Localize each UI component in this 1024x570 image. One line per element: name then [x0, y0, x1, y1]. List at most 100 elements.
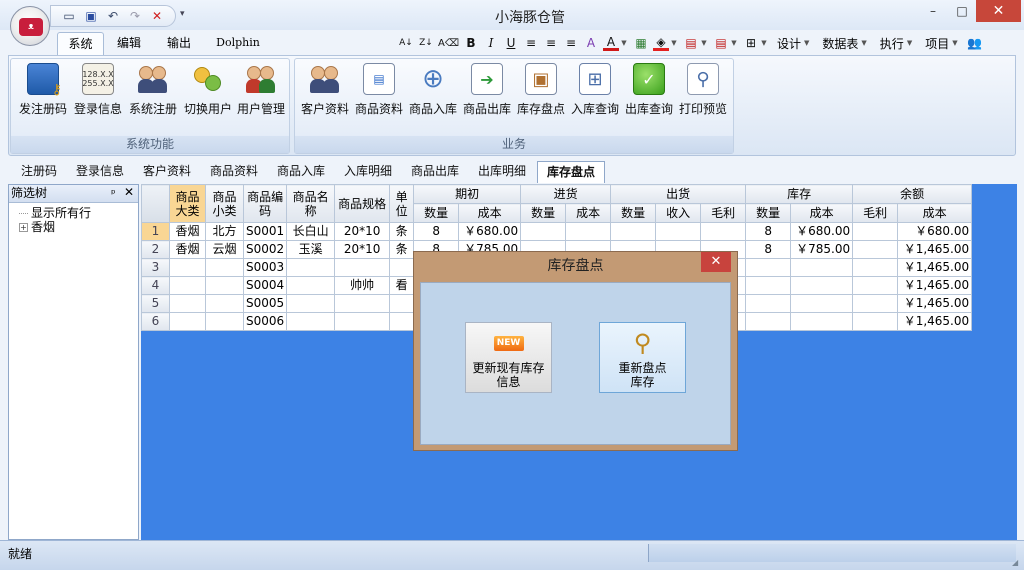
cell-balance-profit[interactable] — [852, 240, 899, 259]
cell-balance-profit[interactable] — [852, 258, 899, 277]
cell-name[interactable] — [286, 258, 336, 277]
stock-out-button[interactable]: ➔ 商品出库 — [463, 62, 511, 120]
cell-subcategory[interactable] — [205, 258, 244, 277]
cell-opening-cost[interactable]: ￥680.00 — [458, 222, 522, 241]
dialog-close-button[interactable]: ✕ — [701, 252, 731, 272]
cell-category[interactable] — [169, 276, 206, 295]
doc-tab-stock-out[interactable]: 商品出库 — [403, 161, 467, 183]
cell-spec[interactable] — [334, 312, 391, 331]
cell-unit[interactable]: 看 — [389, 276, 415, 295]
execute-menu[interactable]: 执行 ▼ — [880, 32, 912, 54]
cell-name[interactable] — [286, 312, 336, 331]
user-manage-button[interactable]: 用户管理 — [237, 62, 285, 120]
cell-stock-cost[interactable] — [790, 276, 854, 295]
underline-icon[interactable]: U — [503, 32, 519, 54]
cell-spec[interactable]: 20*10 — [334, 240, 391, 259]
col-header-code[interactable]: 商品编码 — [242, 184, 288, 223]
doc-tab-stock-out-detail[interactable]: 出库明细 — [470, 161, 534, 183]
switch-user-button[interactable]: 切换用户 — [184, 62, 232, 120]
gridlines-icon[interactable]: ⊞ — [743, 32, 759, 54]
users-icon[interactable]: 👥 — [967, 32, 983, 54]
recount-stock-button[interactable]: ⚲ 重新盘点 库存 — [599, 322, 686, 393]
doc-tab-stock-in-detail[interactable]: 入库明细 — [336, 161, 400, 183]
datasheet-menu[interactable]: 数据表 ▼ — [822, 32, 866, 54]
cell-unit[interactable]: 条 — [389, 240, 415, 259]
cell-opening-qty[interactable]: 8 — [413, 222, 460, 241]
login-info-button[interactable]: 128.X.X 255.X.X 登录信息 — [74, 62, 122, 120]
doc-tab-login-info[interactable]: 登录信息 — [68, 161, 132, 183]
cell-code[interactable]: S0001 — [242, 222, 288, 241]
col-header-gross-profit[interactable]: 毛利 — [852, 203, 899, 223]
font-color-dropdown-icon[interactable]: ▼ — [621, 32, 627, 54]
back-color-icon[interactable]: ▦ — [633, 32, 649, 54]
row-number[interactable]: 1 — [141, 222, 170, 241]
cell-balance-cost[interactable]: ￥1,465.00 — [897, 276, 973, 295]
cell-unit[interactable]: 条 — [389, 222, 415, 241]
tab-edit[interactable]: 编辑 — [107, 32, 151, 55]
cell-name[interactable] — [286, 294, 336, 313]
design-menu[interactable]: 设计 ▼ — [777, 32, 809, 54]
cell-code[interactable]: S0006 — [242, 312, 288, 331]
stock-out-query-button[interactable]: ✓ 出库查询 — [625, 62, 673, 120]
cell-spec[interactable] — [334, 294, 391, 313]
cell-balance-profit[interactable] — [852, 312, 899, 331]
tab-dolphin[interactable]: Dolphin — [206, 32, 270, 55]
italic-icon[interactable]: I — [483, 32, 499, 54]
col-header-unit[interactable]: 单位 — [389, 184, 415, 223]
app-menu-button[interactable]: ᴥ — [10, 6, 50, 46]
col-header-subcategory[interactable]: 商品小类 — [205, 184, 244, 223]
minimize-button[interactable]: – — [918, 0, 948, 22]
fill-color-icon[interactable]: ◈ — [652, 35, 669, 51]
customer-info-button[interactable]: 客户资料 — [301, 62, 349, 120]
align-center-icon[interactable]: ≡ — [543, 32, 559, 54]
product-info-button[interactable]: ▤ 商品资料 — [355, 62, 403, 120]
cell-code[interactable]: S0003 — [242, 258, 288, 277]
gridlines-dropdown-icon[interactable]: ▼ — [761, 32, 767, 54]
cell-name[interactable] — [286, 276, 336, 295]
qat-customize-icon[interactable]: ▾ — [180, 9, 185, 19]
cell-stock-qty[interactable] — [745, 294, 792, 313]
undo-icon[interactable]: ↶ — [105, 8, 121, 24]
row-number[interactable]: 2 — [141, 240, 170, 259]
monitor-icon[interactable]: ▭ — [61, 8, 77, 24]
cell-purchase-qty[interactable] — [520, 222, 567, 241]
maximize-button[interactable]: □ — [948, 0, 976, 22]
col-header-qty[interactable]: 数量 — [520, 203, 567, 223]
send-reg-code-button[interactable]: ⚷ 发注册码 — [19, 62, 67, 120]
cell-stock-cost[interactable]: ￥785.00 — [790, 240, 854, 259]
cell-stock-qty[interactable] — [745, 312, 792, 331]
cell-category[interactable]: 香烟 — [169, 222, 206, 241]
cell-balance-profit[interactable] — [852, 294, 899, 313]
row-number[interactable]: 5 — [141, 294, 170, 313]
col-header-gross-profit[interactable]: 毛利 — [700, 203, 747, 223]
inventory-check-button[interactable]: ▣ 库存盘点 — [517, 62, 565, 120]
row-number[interactable]: 3 — [141, 258, 170, 277]
font-style-icon[interactable]: A — [583, 32, 599, 54]
cell-stock-cost[interactable] — [790, 294, 854, 313]
cell-stock-qty[interactable]: 8 — [745, 240, 792, 259]
cell-balance-cost[interactable]: ￥1,465.00 — [897, 240, 973, 259]
col-header-income[interactable]: 收入 — [655, 203, 702, 223]
col-header-spec[interactable]: 商品规格 — [334, 184, 391, 223]
gridline-color-icon[interactable]: ▤ — [713, 32, 729, 54]
col-header-cost[interactable]: 成本 — [565, 203, 612, 223]
stock-in-button[interactable]: ⊕ 商品入库 — [409, 62, 457, 120]
cell-spec[interactable]: 20*10 — [334, 222, 391, 241]
row-number[interactable]: 6 — [141, 312, 170, 331]
print-preview-button[interactable]: ⚲ 打印预览 — [679, 62, 727, 120]
cell-stock-qty[interactable]: 8 — [745, 222, 792, 241]
cell-category[interactable] — [169, 294, 206, 313]
cell-stock-cost[interactable] — [790, 258, 854, 277]
cell-balance-cost[interactable]: ￥1,465.00 — [897, 312, 973, 331]
cell-stock-qty[interactable] — [745, 258, 792, 277]
cell-purchase-cost[interactable] — [565, 222, 612, 241]
fill-color-dropdown-icon[interactable]: ▼ — [671, 32, 677, 54]
cell-subcategory[interactable] — [205, 312, 244, 331]
tree-item-show-all[interactable]: 显示所有行 — [19, 206, 138, 220]
doc-tab-inventory-check[interactable]: 库存盘点 — [537, 161, 605, 183]
cell-sales-income[interactable] — [655, 222, 702, 241]
grid-corner[interactable] — [141, 184, 170, 223]
cell-subcategory[interactable] — [205, 294, 244, 313]
cell-unit[interactable] — [389, 312, 415, 331]
project-menu[interactable]: 项目 ▼ — [925, 32, 957, 54]
